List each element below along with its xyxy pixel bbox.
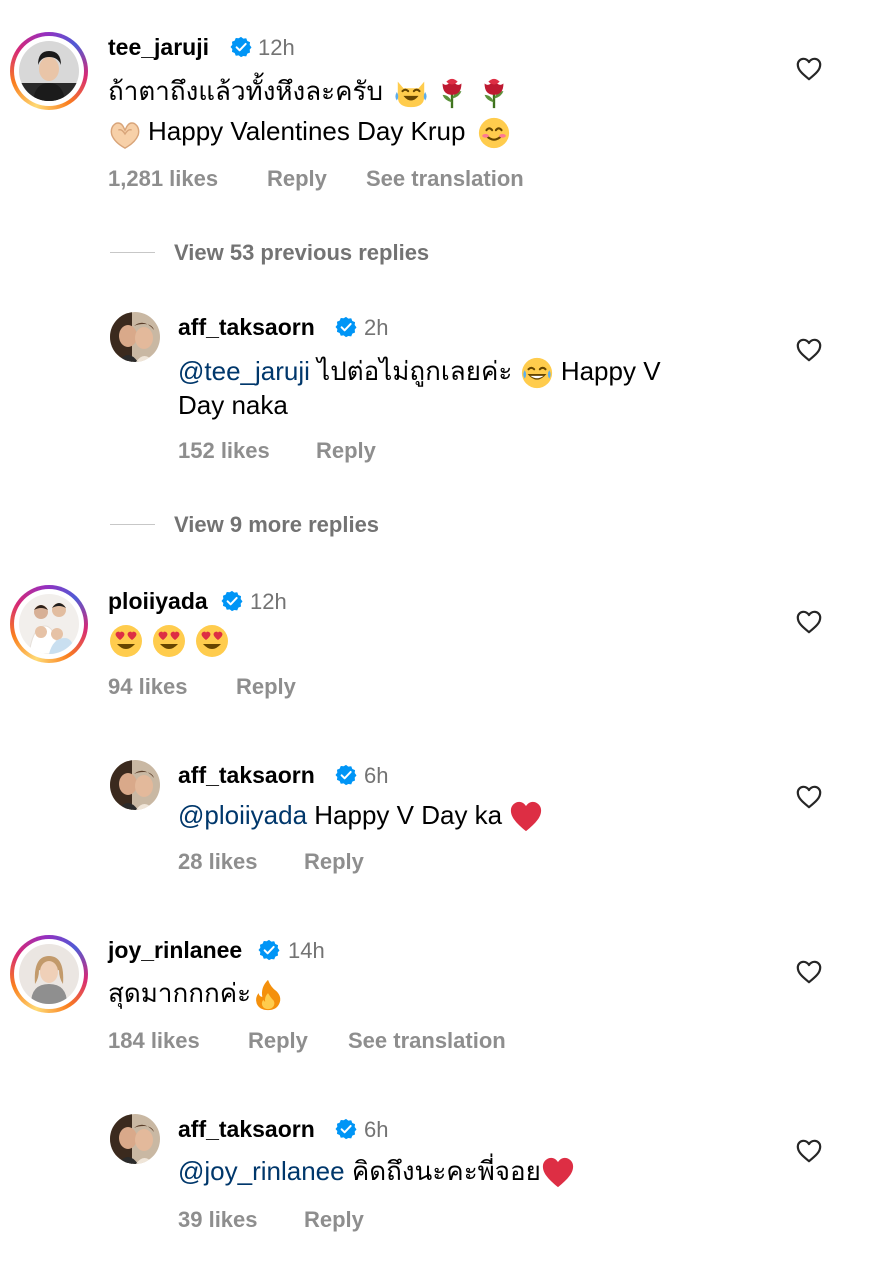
comment-time: 12h xyxy=(258,35,295,60)
heart-outline-icon[interactable] xyxy=(796,338,822,362)
comment-username[interactable]: ploiiyada xyxy=(108,588,208,615)
comment-time: 14h xyxy=(288,938,325,963)
avatar-photo xyxy=(110,760,160,810)
reply-username[interactable]: aff_taksaorn xyxy=(178,762,315,789)
avatar-tee-jaruji[interactable] xyxy=(10,32,88,110)
rose-icon xyxy=(435,76,469,110)
verified-badge-icon xyxy=(258,939,280,961)
heart-eyes-icon xyxy=(151,623,187,659)
view-more-replies-button[interactable]: View 9 more replies xyxy=(174,512,379,538)
heart-outline-icon[interactable] xyxy=(796,610,822,634)
reply-time: 2h xyxy=(364,315,389,340)
comment-text: ถ้าตาถึงแล้วทั้งหึงละครับ xyxy=(108,74,511,110)
likes-count[interactable]: 152 likes xyxy=(178,438,270,464)
reply-button[interactable]: Reply xyxy=(248,1028,308,1054)
likes-count[interactable]: 39 likes xyxy=(178,1207,258,1233)
comment-text-line2: Happy Valentines Day Krup xyxy=(108,114,511,150)
mention-link[interactable]: @tee_jaruji xyxy=(178,356,310,386)
red-heart-icon xyxy=(541,1156,575,1190)
smiling-face-icon xyxy=(477,116,511,150)
reply-button[interactable]: Reply xyxy=(316,438,376,464)
avatar-joy-rinlanee[interactable] xyxy=(10,935,88,1013)
reply-text: @joy_rinlanee คิดถึงนะคะพี่จอย xyxy=(178,1154,575,1190)
comment-time: 12h xyxy=(250,589,287,614)
heart-outline-icon[interactable] xyxy=(796,57,822,81)
reply-time: 6h xyxy=(364,1117,389,1142)
heart-hands-icon xyxy=(108,116,142,150)
reply-username[interactable]: aff_taksaorn xyxy=(178,314,315,341)
reply-button[interactable]: Reply xyxy=(267,166,327,192)
cat-tears-of-joy-icon xyxy=(394,76,428,110)
comment-text xyxy=(108,622,230,659)
reply-button[interactable]: Reply xyxy=(236,674,296,700)
mention-link[interactable]: @joy_rinlanee xyxy=(178,1156,345,1186)
reply-time: 6h xyxy=(364,763,389,788)
reply-text: @ploiiyada Happy V Day ka xyxy=(178,798,543,834)
verified-badge-icon xyxy=(335,316,357,338)
replies-divider xyxy=(110,252,155,253)
comment-username[interactable]: joy_rinlanee xyxy=(108,937,242,964)
mention-link[interactable]: @ploiiyada xyxy=(178,800,307,830)
heart-eyes-icon xyxy=(194,623,230,659)
avatar-ploiiyada[interactable] xyxy=(10,585,88,663)
view-previous-replies-button[interactable]: View 53 previous replies xyxy=(174,240,429,266)
fire-icon xyxy=(251,978,285,1012)
likes-count[interactable]: 1,281 likes xyxy=(108,166,218,192)
comment-username[interactable]: tee_jaruji xyxy=(108,34,209,61)
see-translation-button[interactable]: See translation xyxy=(366,166,524,192)
reply-text: @tee_jaruji ไปต่อไม่ถูกเลยค่ะ Happy V xyxy=(178,354,661,390)
see-translation-button[interactable]: See translation xyxy=(348,1028,506,1054)
reply-button[interactable]: Reply xyxy=(304,849,364,875)
avatar-aff-taksaorn[interactable] xyxy=(110,1114,160,1164)
reply-button[interactable]: Reply xyxy=(304,1207,364,1233)
rose-icon xyxy=(477,76,511,110)
reply-username[interactable]: aff_taksaorn xyxy=(178,1116,315,1143)
avatar-photo xyxy=(19,594,79,654)
avatar-photo xyxy=(110,1114,160,1164)
tears-of-joy-icon xyxy=(520,356,554,390)
verified-badge-icon xyxy=(335,764,357,786)
comment-text: สุดมากกกค่ะ xyxy=(108,976,285,1012)
replies-divider xyxy=(110,524,155,525)
red-heart-icon xyxy=(509,800,543,834)
heart-outline-icon[interactable] xyxy=(796,960,822,984)
avatar-photo xyxy=(110,312,160,362)
heart-eyes-icon xyxy=(108,623,144,659)
avatar-photo xyxy=(19,41,79,101)
avatar-aff-taksaorn[interactable] xyxy=(110,312,160,362)
reply-text-line2: Day naka xyxy=(178,390,288,420)
avatar-aff-taksaorn[interactable] xyxy=(110,760,160,810)
verified-badge-icon xyxy=(221,590,243,612)
likes-count[interactable]: 184 likes xyxy=(108,1028,200,1054)
verified-badge-icon xyxy=(230,36,252,58)
heart-outline-icon[interactable] xyxy=(796,1139,822,1163)
likes-count[interactable]: 94 likes xyxy=(108,674,188,700)
heart-outline-icon[interactable] xyxy=(796,785,822,809)
likes-count[interactable]: 28 likes xyxy=(178,849,258,875)
avatar-photo xyxy=(19,944,79,1004)
verified-badge-icon xyxy=(335,1118,357,1140)
